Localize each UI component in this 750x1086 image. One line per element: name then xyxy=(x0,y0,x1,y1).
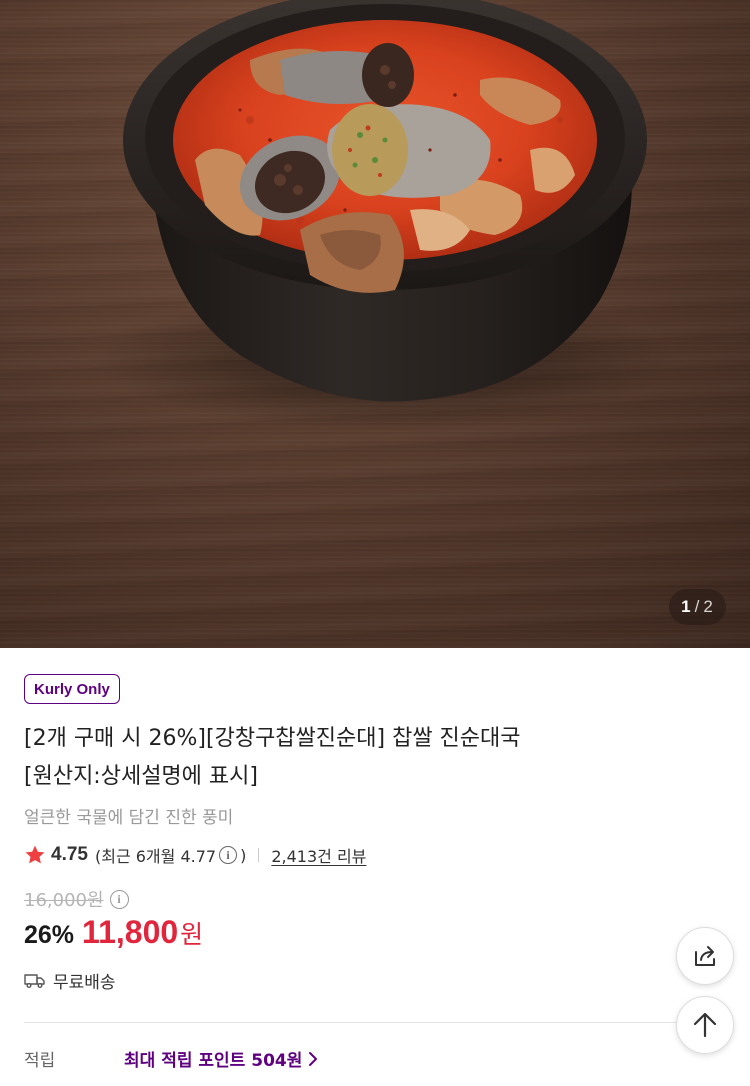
image-counter: 1 / 2 xyxy=(669,589,726,625)
points-label: 적립 xyxy=(24,1051,56,1071)
scroll-top-button[interactable] xyxy=(676,996,734,1054)
soup-bowl-illustration xyxy=(95,0,675,430)
recent-rating: (최근 6개월 4.77 i ) xyxy=(95,843,246,867)
product-title: [2개 구매 시 26%][강창구찹쌀진순대] 찹쌀 진순대국 [원산지:상세설… xyxy=(24,720,644,796)
divider xyxy=(258,848,260,862)
price-info-icon[interactable]: i xyxy=(109,889,129,909)
rating-score: 4.75 xyxy=(51,844,88,865)
product-subtitle: 얼큰한 국물에 담긴 진한 풍미 xyxy=(24,808,234,828)
share-button[interactable] xyxy=(676,927,734,985)
recent-rating-prefix: (최근 6개월 4.77 xyxy=(94,847,217,866)
image-counter-current: 1 xyxy=(681,597,692,616)
rating-row: 4.75 (최근 6개월 4.77 i ) 2,413건 리뷰 xyxy=(24,840,366,870)
chevron-right-icon xyxy=(309,1051,318,1066)
original-price: 16,000원 xyxy=(24,890,104,911)
arrow-up-icon xyxy=(693,1012,717,1038)
star-icon xyxy=(25,845,45,864)
kurly-only-badge: Kurly Only xyxy=(24,674,120,704)
product-title-line1: [2개 구매 시 26%][강창구찹쌀진순대] 찹쌀 진순대국 xyxy=(24,726,521,751)
image-counter-separator: / xyxy=(694,597,701,616)
image-counter-total: 2 xyxy=(703,597,714,616)
price-row: 26% 11,800 원 xyxy=(24,914,203,951)
points-row: 적립 최대 적립 포인트 504원 xyxy=(24,1046,318,1071)
share-icon xyxy=(695,946,715,966)
delivery-info: 무료배송 xyxy=(24,968,116,993)
recent-rating-suffix: ) xyxy=(240,845,247,865)
product-title-line2: [원산지:상세설명에 표시] xyxy=(24,764,258,789)
review-count-link[interactable]: 2,413건 리뷰 xyxy=(271,843,366,867)
discount-rate: 26% xyxy=(24,921,75,949)
points-link[interactable]: 최대 적립 포인트 504원 xyxy=(124,1046,318,1071)
sale-price: 11,800 xyxy=(82,914,179,950)
original-price-row: 16,000원 i xyxy=(24,886,132,912)
info-icon[interactable]: i xyxy=(219,846,238,864)
truck-icon xyxy=(24,973,45,988)
currency-unit: 원 xyxy=(180,920,204,949)
section-divider xyxy=(24,1022,726,1023)
delivery-label: 무료배송 xyxy=(53,973,116,993)
points-value: 최대 적립 포인트 504원 xyxy=(124,1051,303,1071)
product-image[interactable]: 1 / 2 xyxy=(0,0,750,648)
